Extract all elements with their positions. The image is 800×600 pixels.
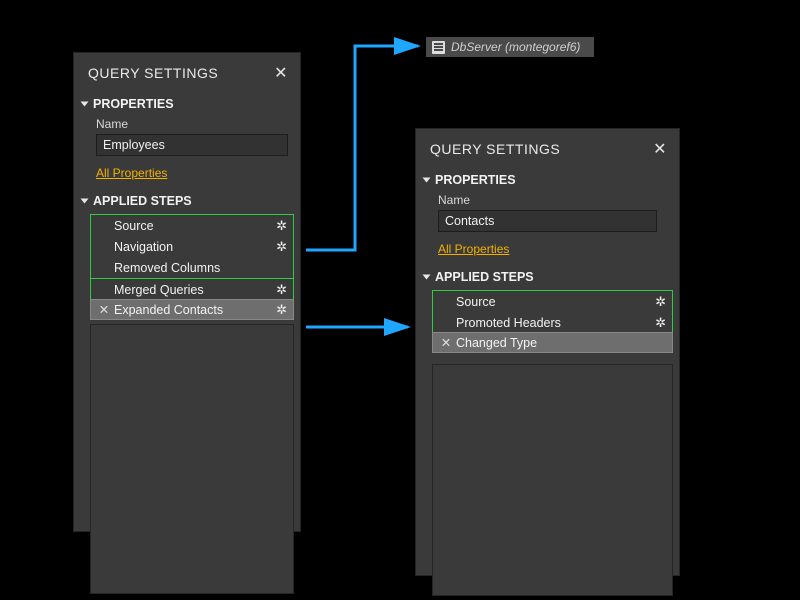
step-label: Removed Columns (114, 261, 287, 275)
panel-title: QUERY SETTINGS (430, 141, 560, 157)
step-row[interactable]: ✕ Expanded Contacts ✲ (90, 299, 294, 320)
step-group-merged: ✕ Merged Queries ✲ ✕ Expanded Contacts ✲ (90, 278, 294, 320)
step-group: ✕ Source ✲ ✕ Promoted Headers ✲ ✕ Change… (432, 290, 673, 353)
step-group-source: ✕ Source ✲ ✕ Navigation ✲ ✕ Removed Colu… (90, 214, 294, 279)
applied-steps-list: ✕ Source ✲ ✕ Promoted Headers ✲ ✕ Change… (432, 290, 673, 360)
table-icon (432, 41, 445, 54)
query-settings-panel-right: QUERY SETTINGS ✕ PROPERTIES Name All Pro… (415, 128, 680, 576)
applied-steps-section-header[interactable]: APPLIED STEPS (74, 190, 300, 212)
close-icon[interactable]: ✕ (653, 139, 667, 159)
step-label: Source (456, 295, 655, 309)
query-settings-panel-left: QUERY SETTINGS ✕ PROPERTIES Name All Pro… (73, 52, 301, 532)
gear-icon[interactable]: ✲ (655, 295, 666, 308)
applied-steps-list: ✕ Source ✲ ✕ Navigation ✲ ✕ Removed Colu… (90, 214, 294, 320)
collapse-icon (423, 275, 431, 280)
step-label: Expanded Contacts (114, 303, 276, 317)
panel-title: QUERY SETTINGS (88, 65, 218, 81)
applied-steps-empty-area (90, 324, 294, 594)
applied-steps-empty-area (432, 364, 673, 596)
step-row[interactable]: ✕ Navigation ✲ (91, 236, 293, 257)
all-properties-link[interactable]: All Properties (438, 242, 509, 256)
gear-icon[interactable]: ✲ (276, 219, 287, 232)
properties-section-header[interactable]: PROPERTIES (74, 93, 300, 115)
name-label: Name (74, 115, 300, 134)
step-row[interactable]: ✕ Changed Type (432, 332, 673, 353)
gear-icon[interactable]: ✲ (655, 316, 666, 329)
query-name-input[interactable] (96, 134, 288, 156)
collapse-icon (423, 178, 431, 183)
properties-section-header[interactable]: PROPERTIES (416, 169, 679, 191)
applied-steps-label: APPLIED STEPS (93, 194, 192, 208)
step-row[interactable]: ✕ Merged Queries ✲ (91, 279, 293, 300)
close-icon[interactable]: ✕ (274, 63, 288, 83)
db-server-chip[interactable]: DbServer (montegoref6) (426, 37, 594, 57)
db-server-label: DbServer (montegoref6) (451, 40, 580, 54)
step-label: Promoted Headers (456, 316, 655, 330)
gear-icon[interactable]: ✲ (276, 283, 287, 296)
step-label: Navigation (114, 240, 276, 254)
step-row[interactable]: ✕ Promoted Headers ✲ (433, 312, 672, 333)
query-name-input[interactable] (438, 210, 657, 232)
name-label: Name (416, 191, 679, 210)
gear-icon[interactable]: ✲ (276, 240, 287, 253)
applied-steps-label: APPLIED STEPS (435, 270, 534, 284)
panel-title-bar: QUERY SETTINGS ✕ (416, 129, 679, 169)
collapse-icon (81, 102, 89, 107)
delete-step-icon[interactable]: ✕ (439, 335, 453, 350)
all-properties-link[interactable]: All Properties (96, 166, 167, 180)
applied-steps-section-header[interactable]: APPLIED STEPS (416, 266, 679, 288)
collapse-icon (81, 199, 89, 204)
step-label: Source (114, 219, 276, 233)
step-row[interactable]: ✕ Removed Columns (91, 257, 293, 278)
panel-title-bar: QUERY SETTINGS ✕ (74, 53, 300, 93)
gear-icon[interactable]: ✲ (276, 303, 287, 316)
step-label: Merged Queries (114, 283, 276, 297)
properties-label: PROPERTIES (435, 173, 516, 187)
step-label: Changed Type (456, 336, 666, 350)
delete-step-icon[interactable]: ✕ (97, 302, 111, 317)
step-row[interactable]: ✕ Source ✲ (433, 291, 672, 312)
step-row[interactable]: ✕ Source ✲ (91, 215, 293, 236)
properties-label: PROPERTIES (93, 97, 174, 111)
